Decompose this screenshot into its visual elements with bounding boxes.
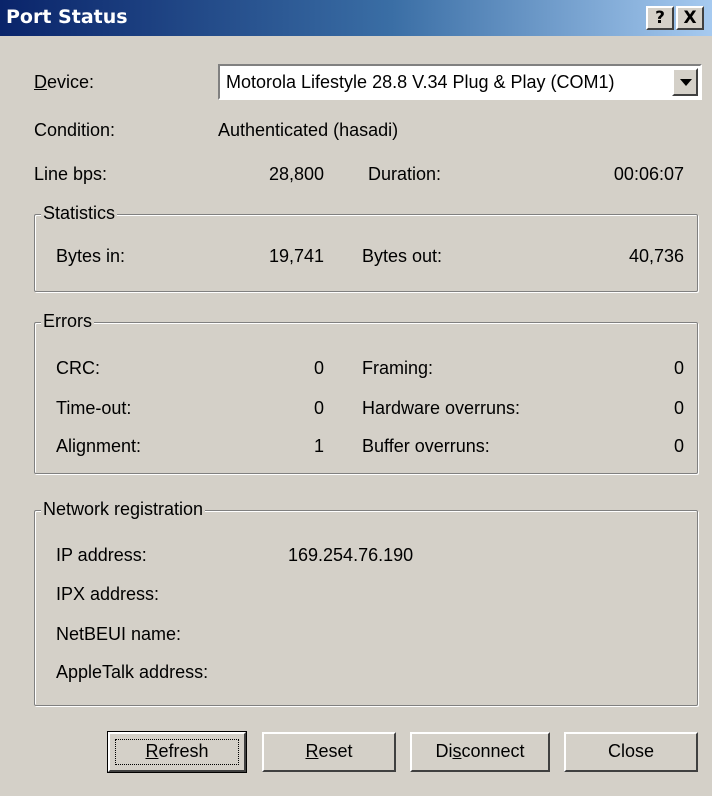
- appletalk-address-label: AppleTalk address:: [56, 662, 209, 682]
- errors-group-title: Errors: [41, 311, 94, 332]
- bytes-in-value: 19,741: [268, 246, 324, 266]
- statistics-group-title: Statistics: [41, 203, 118, 224]
- line-bps-value: 28,800: [268, 164, 324, 184]
- framing-label: Framing:: [362, 358, 434, 378]
- bytes-out-label: Bytes out:: [362, 246, 443, 266]
- help-button[interactable]: ?: [646, 6, 674, 30]
- crc-label: CRC:: [56, 358, 100, 378]
- reset-button[interactable]: Reset: [262, 732, 396, 772]
- timeout-label: Time-out:: [56, 398, 132, 418]
- line-bps-label: Line bps:: [34, 164, 108, 184]
- disconnect-button[interactable]: Disconnect: [410, 732, 550, 772]
- crc-value: 0: [313, 358, 324, 378]
- condition-label: Condition:: [34, 120, 116, 140]
- alignment-value: 1: [313, 436, 324, 456]
- device-dropdown[interactable]: Motorola Lifestyle 28.8 V.34 Plug & Play…: [218, 64, 702, 100]
- window-title: Port Status: [6, 6, 128, 28]
- framing-value: 0: [673, 358, 684, 378]
- close-window-button[interactable]: X: [676, 6, 704, 30]
- buffer-overruns-value: 0: [673, 436, 684, 456]
- ipx-address-label: IPX address:: [56, 584, 160, 604]
- close-button[interactable]: Close: [564, 732, 698, 772]
- hardware-overruns-label: Hardware overruns:: [362, 398, 521, 418]
- timeout-value: 0: [313, 398, 324, 418]
- bytes-in-label: Bytes in:: [56, 246, 126, 266]
- ip-address-label: IP address:: [56, 545, 147, 565]
- device-label: Device:: [34, 72, 95, 92]
- duration-label: Duration:: [368, 164, 442, 184]
- reset-button-label: Reset: [305, 741, 353, 761]
- bytes-out-value: 40,736: [628, 246, 684, 266]
- buffer-overruns-label: Buffer overruns:: [362, 436, 490, 456]
- title-bar: Port Status ? X: [0, 0, 712, 36]
- hardware-overruns-value: 0: [673, 398, 684, 418]
- disconnect-button-label: Disconnect: [435, 741, 525, 761]
- netbeui-name-label: NetBEUI name:: [56, 624, 182, 644]
- alignment-label: Alignment:: [56, 436, 142, 456]
- refresh-button[interactable]: Refresh: [107, 731, 247, 773]
- device-selected-value: Motorola Lifestyle 28.8 V.34 Plug & Play…: [226, 72, 615, 92]
- chevron-down-icon[interactable]: [672, 68, 698, 96]
- condition-value: Authenticated (hasadi): [218, 120, 399, 140]
- ip-address-value: 169.254.76.190: [288, 545, 414, 565]
- duration-value: 00:06:07: [613, 164, 684, 184]
- network-registration-group-title: Network registration: [41, 499, 206, 520]
